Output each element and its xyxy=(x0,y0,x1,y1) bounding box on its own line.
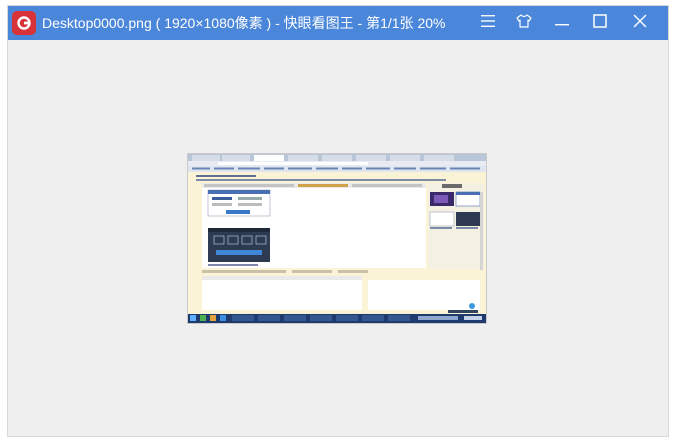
image-viewer-window: Desktop0000.png ( 1920×1080像素 ) - 快眼看图王 … xyxy=(8,6,668,436)
displayed-image[interactable] xyxy=(188,154,486,323)
maximize-icon xyxy=(593,13,607,33)
close-button[interactable] xyxy=(622,6,658,40)
displayed-image-content xyxy=(188,154,486,323)
hamburger-menu-icon xyxy=(481,14,495,32)
skin-button[interactable] xyxy=(506,6,542,40)
minimize-icon xyxy=(555,14,569,33)
tshirt-skin-icon xyxy=(516,13,532,33)
maximize-button[interactable] xyxy=(582,6,618,40)
minimize-button[interactable] xyxy=(544,6,580,40)
image-canvas[interactable] xyxy=(8,40,668,436)
menu-button[interactable] xyxy=(470,6,506,40)
window-title: Desktop0000.png ( 1920×1080像素 ) - 快眼看图王 … xyxy=(42,15,446,31)
close-icon xyxy=(633,14,647,33)
title-bar[interactable]: Desktop0000.png ( 1920×1080像素 ) - 快眼看图王 … xyxy=(8,6,668,40)
app-logo-icon[interactable] xyxy=(12,11,36,35)
